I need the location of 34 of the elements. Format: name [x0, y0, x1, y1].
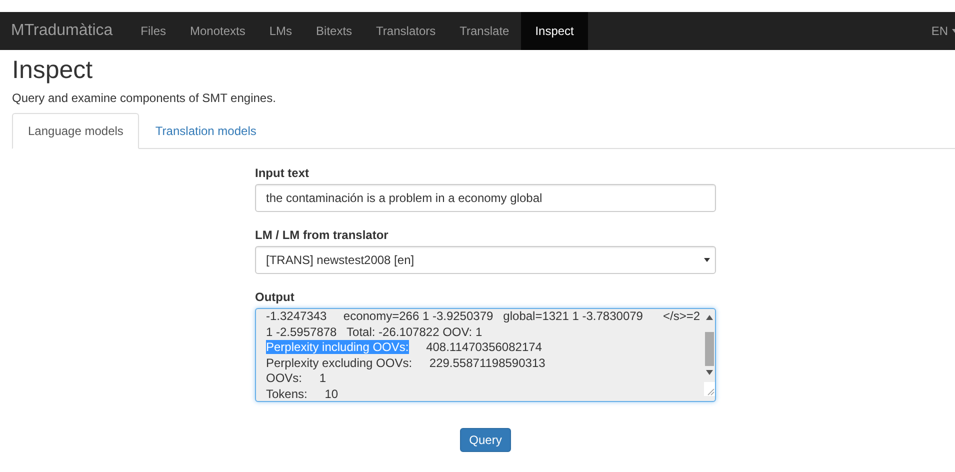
output-value: 408.11470356082174 [426, 340, 542, 354]
tab[interactable]: Language models [12, 113, 140, 149]
field-label: Input text [255, 166, 310, 180]
field-label: Output [255, 290, 296, 304]
input-field[interactable]: the contaminación is a problem in a economy global [255, 184, 716, 212]
nav-link[interactable]: Translate [448, 12, 522, 50]
scroll-down-icon[interactable] [706, 370, 713, 375]
language-menu[interactable]: EN [931, 12, 955, 50]
output-text: OOVs: [266, 371, 302, 386]
nav-link[interactable]: LMs [257, 12, 304, 50]
nav-link[interactable]: Translators [364, 12, 448, 50]
output-value: 1 [319, 371, 326, 386]
nav-link[interactable]: Monotexts [178, 12, 258, 50]
brand-link[interactable]: MTradumàtica [0, 12, 129, 50]
output-value: 229.55871198590313 [429, 356, 546, 370]
tab[interactable]: Translation models [139, 113, 272, 149]
output-value: 10 [324, 386, 338, 401]
output-textarea[interactable] [255, 308, 716, 402]
nav-link[interactable]: Files [128, 12, 178, 50]
scroll-up-icon[interactable] [706, 315, 713, 320]
output-text: -1.3247343 economy=266 1 -3.9250379 global=1321 1 -3.7830079 </s>=2 [266, 309, 700, 323]
output-text: 1 -2.5957878 Total: -26.107822 OOV: 1 [266, 324, 482, 339]
output-text: Tokens: [266, 386, 308, 401]
page-title: Inspect [12, 56, 94, 85]
resize-handle-icon[interactable] [704, 382, 715, 396]
query-button[interactable]: Query [460, 428, 511, 452]
page-subtitle: Query and examine components of SMT engines. [12, 91, 277, 105]
output-text: Perplexity excluding OOVs: [266, 356, 412, 370]
select-field[interactable]: [TRANS] newstest2008 [en] [255, 246, 716, 274]
nav-link[interactable]: Inspect [521, 12, 588, 50]
caret-icon [704, 258, 710, 262]
nav-link[interactable]: Bitexts [304, 12, 364, 50]
field-label: LM / LM from translator [255, 228, 390, 242]
output-text: Perplexity including OOVs: [266, 340, 409, 354]
